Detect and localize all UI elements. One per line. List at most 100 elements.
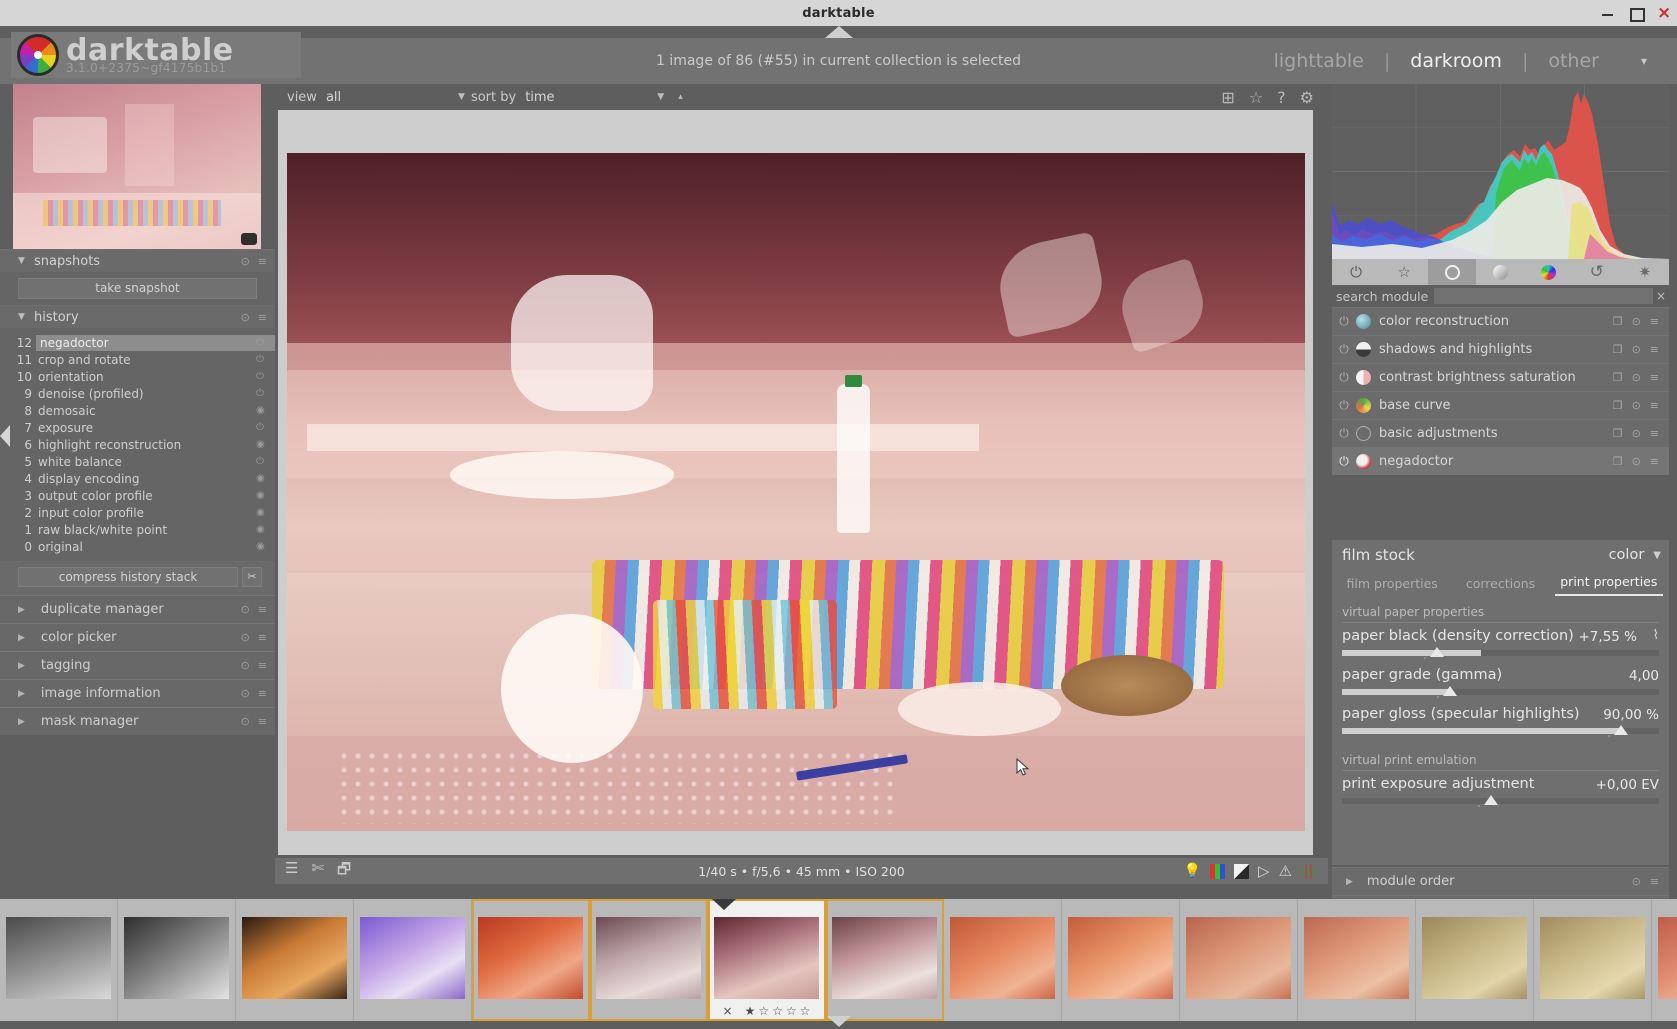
snapshots-header[interactable]: ▼ snapshots ⊙ ≡ <box>0 250 275 272</box>
clear-search-icon[interactable]: × <box>1653 289 1669 303</box>
filmstrip-thumbnail[interactable] <box>1534 899 1652 1021</box>
correction-group-icon[interactable]: ↺ <box>1573 259 1621 285</box>
take-snapshot-button[interactable]: take snapshot <box>18 278 257 299</box>
multi-instance-icon[interactable]: ❐ <box>1613 427 1623 440</box>
star-icon[interactable]: ★ <box>745 1004 756 1018</box>
power-icon[interactable]: ⏻ <box>1332 370 1356 385</box>
module-row-shadows-and-highlights[interactable]: ⏻ shadows and highlights ❐ ⊙ ≡ <box>1332 335 1669 363</box>
presets-icon[interactable]: ≡ <box>258 715 267 728</box>
history-item[interactable]: 9 denoise (profiled) ⏻ <box>0 385 275 402</box>
sidebar-section-duplicate-manager[interactable]: ▶ duplicate manager ⊙ ≡ <box>0 595 275 623</box>
dot-icon[interactable]: ◉ <box>256 541 266 552</box>
power-icon[interactable]: ⏻ <box>256 388 266 399</box>
history-item[interactable]: 6 highlight reconstruction ◉ <box>0 436 275 453</box>
sidebar-section-tagging[interactable]: ▶ tagging ⊙ ≡ <box>0 651 275 679</box>
histogram[interactable] <box>1332 84 1669 259</box>
filmstrip-thumbnail[interactable] <box>1298 899 1416 1021</box>
filmstrip-thumbnail[interactable] <box>354 899 472 1021</box>
history-item[interactable]: 0 original ◉ <box>0 538 275 555</box>
presets-icon[interactable]: ≡ <box>1650 875 1659 888</box>
reset-icon[interactable]: ⊙ <box>1632 875 1641 888</box>
maximize-icon[interactable] <box>1629 6 1645 22</box>
power-icon[interactable]: ⏻ <box>256 456 266 467</box>
presets-icon[interactable]: ≡ <box>1650 455 1659 468</box>
negadoctor-tab-print-properties[interactable]: print properties <box>1554 574 1663 596</box>
reset-icon[interactable]: ⊙ <box>241 715 250 728</box>
reset-icon[interactable]: ⊙ <box>1632 455 1641 468</box>
grouping-icon[interactable]: ⊞ <box>1221 88 1234 107</box>
presets-icon[interactable]: ≡ <box>1650 315 1659 328</box>
tone-group-icon[interactable] <box>1476 259 1524 285</box>
module-row-color-reconstruction[interactable]: ⏻ color reconstruction ❐ ⊙ ≡ <box>1332 307 1669 335</box>
reset-icon[interactable]: ⊙ <box>1632 399 1641 412</box>
presets-icon[interactable]: ≡ <box>1650 343 1659 356</box>
reset-icon[interactable]: ⊙ <box>1632 371 1641 384</box>
presets-icon[interactable]: ≡ <box>258 603 267 616</box>
reset-icon[interactable]: ⊙ <box>1632 343 1641 356</box>
history-item[interactable]: 4 display encoding ◉ <box>0 470 275 487</box>
sidebar-section-image-information[interactable]: ▶ image information ⊙ ≡ <box>0 679 275 707</box>
slider-knob[interactable] <box>1613 725 1628 735</box>
sidebar-section-mask-manager[interactable]: ▶ mask manager ⊙ ≡ <box>0 707 275 735</box>
module-row-base-curve[interactable]: ⏻ base curve ❐ ⊙ ≡ <box>1332 391 1669 419</box>
help-icon[interactable]: ? <box>1277 88 1286 107</box>
raw-overexposed-icon[interactable] <box>1210 863 1225 879</box>
minimize-icon[interactable] <box>1601 6 1615 20</box>
presets-icon[interactable]: ≡ <box>258 255 267 268</box>
compress-history-stack-button[interactable]: compress history stack <box>18 567 238 587</box>
slider-knob[interactable] <box>1483 795 1498 805</box>
slider-paper-gloss-specular-highlights[interactable]: paper gloss (specular highlights) 90,00 % <box>1342 705 1659 739</box>
history-item[interactable]: 3 output color profile ◉ <box>0 487 275 504</box>
filmstrip-thumbnail[interactable] <box>590 899 708 1021</box>
chevron-down-icon[interactable]: ▾ <box>1631 54 1657 68</box>
reset-icon[interactable]: ⊙ <box>241 659 250 672</box>
filmstrip-thumbnail[interactable] <box>1652 899 1677 1021</box>
star-icon[interactable]: ☆ <box>758 1004 769 1018</box>
history-item[interactable]: 11 crop and rotate ⏻ <box>0 351 275 368</box>
power-icon[interactable]: ⏻ <box>1332 314 1356 329</box>
filmstrip-thumbnail[interactable] <box>944 899 1062 1021</box>
power-icon[interactable]: ⏻ <box>256 422 266 433</box>
star-icon[interactable]: ☆ <box>772 1004 783 1018</box>
film-stock-value[interactable]: color <box>1609 547 1645 563</box>
dot-icon[interactable]: ◉ <box>256 490 266 501</box>
history-item[interactable]: 12 negadoctor ⏻ <box>0 334 275 351</box>
zoom-badge[interactable] <box>241 233 257 245</box>
multi-instance-icon[interactable]: ❐ <box>1613 455 1623 468</box>
collapse-left-panel-arrow[interactable] <box>0 425 10 447</box>
color-group-icon[interactable] <box>1525 259 1573 285</box>
toggle-filmstrip-icon[interactable]: ☰ <box>285 859 298 884</box>
gamut-check-icon[interactable]: ⚠ <box>1279 862 1292 880</box>
multi-instance-icon[interactable]: ❐ <box>1613 399 1623 412</box>
filmstrip-thumbnail[interactable] <box>118 899 236 1021</box>
slider-track[interactable] <box>1342 798 1659 804</box>
negadoctor-tab-corrections[interactable]: corrections <box>1446 576 1554 596</box>
filmstrip-thumbnail[interactable] <box>826 899 944 1021</box>
presets-icon[interactable]: ≡ <box>1650 427 1659 440</box>
slider-knob[interactable] <box>1430 647 1445 657</box>
multi-instance-icon[interactable]: ❐ <box>1613 315 1623 328</box>
filmstrip-thumbnail[interactable] <box>472 899 590 1021</box>
scissors-icon[interactable]: ✂ <box>242 567 262 587</box>
close-icon[interactable]: × <box>1657 5 1671 22</box>
module-row-basic-adjustments[interactable]: ⏻ basic adjustments ❐ ⊙ ≡ <box>1332 419 1669 447</box>
slider-paper-black-density-correction[interactable]: paper black (density correction) +7,55 % ⌇ <box>1342 627 1659 661</box>
right-section-module-order[interactable]: ▶ module order ⊙ ≡ <box>1332 867 1669 895</box>
power-icon[interactable]: ⏻ <box>256 337 266 348</box>
effects-group-icon[interactable]: ✷ <box>1621 259 1669 285</box>
edited-photo[interactable] <box>287 153 1305 831</box>
navigation-preview[interactable] <box>13 84 261 249</box>
reject-icon[interactable]: × <box>723 1004 733 1018</box>
active-modules-icon[interactable]: ⏻ <box>1332 259 1380 285</box>
dot-icon[interactable]: ◉ <box>256 473 266 484</box>
module-row-negadoctor[interactable]: ⏻ negadoctor ❐ ⊙ ≡ <box>1332 447 1669 475</box>
dot-icon[interactable]: ◉ <box>256 507 266 518</box>
view-other[interactable]: other <box>1538 50 1609 72</box>
presets-icon[interactable]: ≡ <box>258 631 267 644</box>
power-icon[interactable]: ⏻ <box>256 354 266 365</box>
power-icon[interactable]: ⏻ <box>1332 426 1356 441</box>
reset-icon[interactable]: ⊙ <box>241 687 250 700</box>
filmstrip-thumbnail[interactable] <box>1062 899 1180 1021</box>
multi-instance-icon[interactable]: ❐ <box>1613 343 1623 356</box>
dot-icon[interactable]: ◉ <box>256 405 266 416</box>
